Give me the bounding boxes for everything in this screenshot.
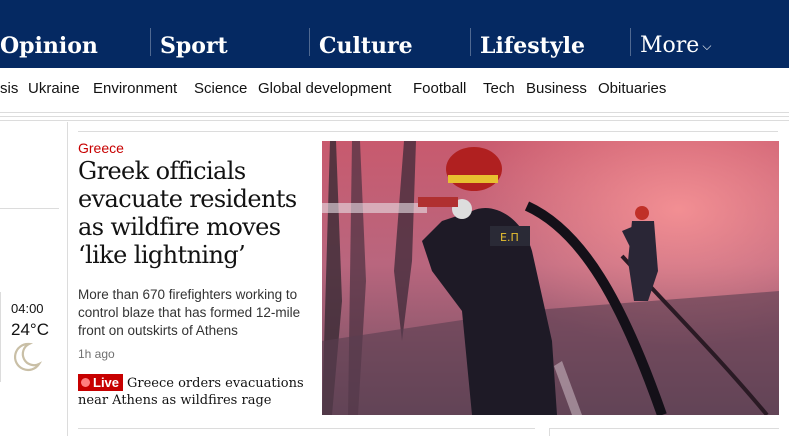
- live-pulse-icon: [81, 378, 90, 387]
- moon-icon: [14, 342, 43, 371]
- story-standfirst: More than 670 firefighters working to co…: [78, 287, 301, 338]
- pillar-lifestyle[interactable]: Lifestyle: [480, 26, 585, 68]
- divider: [78, 131, 778, 132]
- pillar-divider: [150, 28, 151, 56]
- subnav-item-football[interactable]: Football: [413, 80, 466, 97]
- pillar-divider: [309, 28, 310, 56]
- live-blog-link[interactable]: Live Greece orders evacuations near Athen…: [78, 374, 310, 409]
- column-divider: [67, 122, 68, 436]
- svg-text:Ε.Π: Ε.Π: [500, 231, 519, 244]
- subnav-item-global-development[interactable]: Global development: [258, 80, 391, 97]
- weather-time: 04:00: [11, 301, 44, 316]
- weather-temperature: 24°C: [11, 320, 49, 339]
- divider: [0, 120, 789, 121]
- divider: [0, 112, 789, 113]
- story-kicker[interactable]: Greece: [78, 140, 124, 156]
- chevron-down-icon: ⌵: [702, 39, 712, 53]
- subnav-item-science[interactable]: Science: [194, 80, 247, 97]
- subnav-item-business[interactable]: Business: [526, 80, 587, 97]
- divider: [549, 428, 779, 429]
- live-label: Live: [93, 375, 120, 390]
- column-divider: [549, 428, 550, 436]
- more-label: More: [640, 33, 700, 58]
- wildfire-firefighter-image: Ε.Π: [322, 141, 779, 415]
- divider: [0, 208, 59, 209]
- pillar-sport[interactable]: Sport: [160, 26, 228, 68]
- pillar-culture[interactable]: Culture: [319, 26, 413, 68]
- top-bar: [0, 0, 789, 26]
- subnav-item-ukraine[interactable]: Ukraine: [28, 80, 80, 97]
- pillar-divider: [470, 28, 471, 56]
- story-photo[interactable]: Ε.Π: [322, 141, 779, 415]
- story-timestamp: 1h ago: [78, 347, 115, 361]
- divider: [78, 428, 535, 429]
- subnav-item[interactable]: sis: [0, 80, 18, 97]
- story-headline[interactable]: Greek officials evacuate residents as wi…: [78, 157, 318, 269]
- subnav-item-obituaries[interactable]: Obituaries: [598, 80, 666, 97]
- live-badge: Live: [78, 374, 124, 391]
- subnav-item-environment[interactable]: Environment: [93, 80, 177, 97]
- subnav-item-tech[interactable]: Tech: [483, 80, 515, 97]
- more-menu-button[interactable]: More ⌵: [640, 26, 711, 68]
- divider: [0, 116, 789, 117]
- column-divider: [0, 292, 1, 382]
- pillar-opinion[interactable]: Opinion: [0, 26, 98, 68]
- sub-nav: sis Ukraine Environment Science Global d…: [0, 68, 789, 112]
- pillar-divider: [630, 28, 631, 56]
- pillar-nav: Opinion Sport Culture Lifestyle More ⌵: [0, 26, 789, 68]
